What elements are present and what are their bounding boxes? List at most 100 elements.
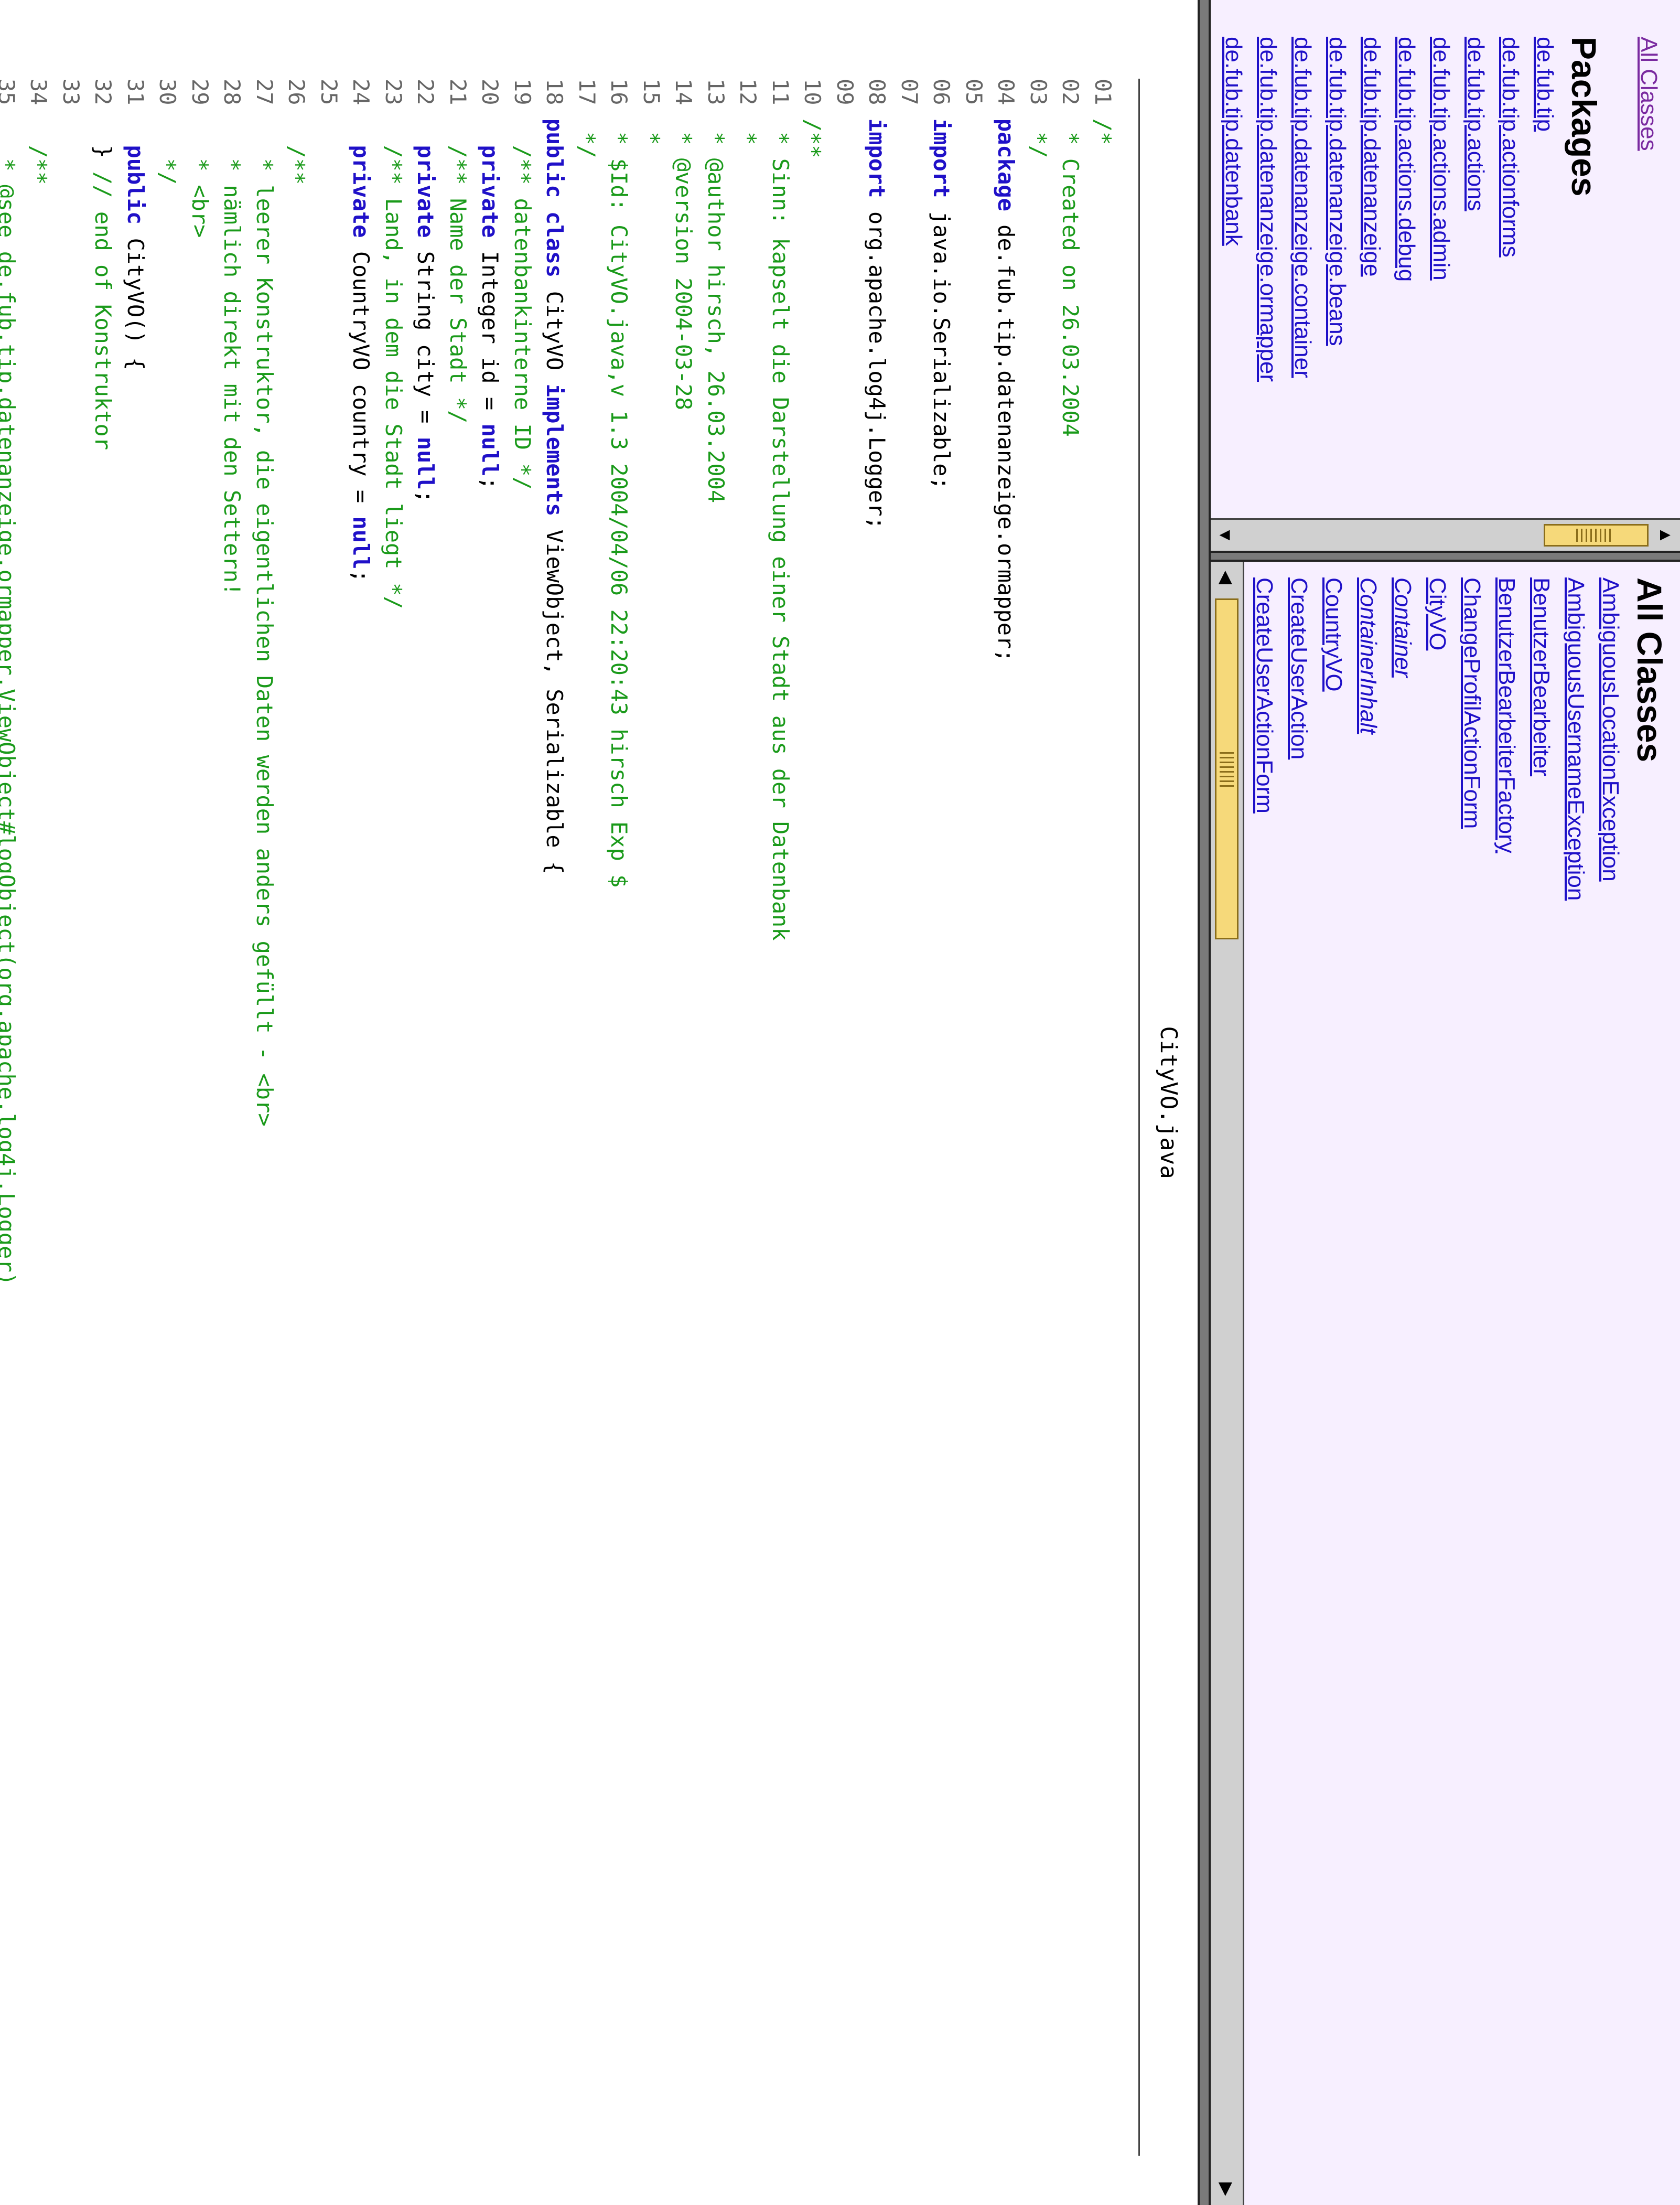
line-number: 11 (768, 79, 793, 119)
class-link[interactable]: AmbiguousUsernameException (1558, 577, 1593, 952)
code-token: ; (413, 489, 439, 504)
class-link[interactable]: AmbiguousLocationException (1593, 577, 1628, 952)
scroll-up-icon[interactable]: ▲ (1651, 520, 1680, 551)
code-line: 33 (55, 79, 88, 1286)
code-token: String city = (413, 238, 439, 437)
code-token: * nämlich direkt mit den Settern! (219, 118, 245, 596)
line-number: 26 (284, 79, 310, 119)
scroll-up-icon[interactable]: ◀ (1211, 562, 1243, 593)
packages-frame: All Classes Packages de.fub.tip de.fub.ti… (1211, 0, 1680, 551)
package-link[interactable]: de.fub.tip (1527, 37, 1562, 382)
line-number: 03 (1026, 79, 1051, 119)
package-link[interactable]: de.fub.tip.datenbank (1216, 37, 1251, 382)
package-link[interactable]: de.fub.tip.datenanzeige.container (1285, 37, 1320, 382)
line-number: 04 (993, 79, 1019, 119)
code-line: 07 (893, 79, 926, 1286)
code-line: 12 * (732, 79, 764, 1286)
packages-vertical-scrollbar[interactable]: ▲ ▼ (1211, 518, 1680, 551)
packages-heading: Packages (1565, 37, 1603, 197)
code-token: * @see de.fub.tip.datenanzeige.ormapper.… (0, 158, 19, 1286)
code-token: ; (477, 476, 503, 490)
class-link[interactable]: CityVO (1420, 577, 1455, 952)
code-line: 20 private Integer id = null; (474, 79, 507, 1286)
code-line: 16 * $Id: CityVO.java,v 1.3 2004/04/06 2… (603, 79, 636, 1286)
code-line: 15 * (636, 79, 668, 1286)
code-token: * <br> (187, 118, 213, 238)
class-link[interactable]: CreateUserAction (1281, 577, 1316, 952)
class-link[interactable]: ContainerInhalt (1351, 577, 1385, 952)
class-link[interactable]: BenutzerBearbeiterFactory (1489, 577, 1524, 952)
code-token: /** (26, 118, 52, 185)
scroll-down-icon[interactable]: ▶ (1211, 2174, 1243, 2205)
code-line: 04 package de.fub.tip.datenanzeige.ormap… (990, 79, 1022, 1286)
code-line: 35 * @see de.fub.tip.datenanzeige.ormapp… (0, 79, 23, 1286)
line-number: 18 (542, 79, 568, 119)
scroll-thumb[interactable] (1544, 524, 1649, 547)
frame-divider-horizontal[interactable] (1198, 0, 1211, 2205)
class-link[interactable]: CreateUserActionForm (1247, 577, 1281, 952)
line-number: 23 (381, 79, 406, 119)
line-number: 19 (510, 79, 535, 119)
code-token: public class (542, 118, 568, 278)
code-line: 21 /** Name der Stadt */ (442, 79, 475, 1286)
code-token: private (477, 118, 503, 238)
scroll-thumb[interactable] (1215, 598, 1239, 939)
line-number: 08 (864, 79, 890, 119)
scroll-down-icon[interactable]: ▼ (1211, 520, 1240, 551)
code-token: * @version 2004-03-28 (671, 118, 697, 411)
code-line: 06 import java.io.Serializable; (925, 79, 958, 1286)
line-number: 01 (1090, 79, 1116, 119)
code-line: 10 /** (796, 79, 829, 1286)
code-token: import (929, 118, 955, 198)
package-link[interactable]: de.fub.tip.datenanzeige.ormapper (1251, 37, 1285, 382)
line-number: 17 (574, 79, 600, 119)
code-line: 03 */ (1022, 79, 1055, 1286)
code-line: 08 import org.apache.log4j.Logger; (861, 79, 893, 1286)
line-number: 14 (671, 79, 697, 119)
code-token: */ (155, 118, 181, 185)
package-link[interactable]: de.fub.tip.actions.debug (1389, 37, 1424, 382)
code-token: // end of Konstruktor (90, 172, 116, 451)
code-line: 19 /** datenbankinterne ID */ (507, 79, 539, 1286)
code-line: 13 * @author hirsch, 26.03.2004 (700, 79, 733, 1286)
line-number: 31 (123, 79, 148, 119)
class-link[interactable]: CountryVO (1316, 577, 1351, 952)
package-link[interactable]: de.fub.tip.actionforms (1493, 37, 1527, 382)
code-line: 28 * nämlich direkt mit den Settern! (216, 79, 249, 1286)
code-token: org.apache.log4j.Logger; (864, 198, 890, 530)
class-link[interactable]: ChangeProfilActionForm (1455, 577, 1489, 952)
line-number: 10 (800, 79, 826, 119)
package-link[interactable]: de.fub.tip.actions.admin (1424, 37, 1458, 382)
code-line: 09 (829, 79, 861, 1286)
classes-frame: All Classes AmbiguousLocationException Am… (1211, 562, 1680, 2205)
code-token: * Created on 26.03.2004 (1058, 118, 1084, 437)
code-token: * Sinn: kapselt die Darstellung einer St… (768, 118, 793, 941)
line-number: 24 (348, 79, 374, 119)
class-link[interactable]: BenutzerBearbeiter (1524, 577, 1558, 952)
code-token: null (477, 423, 503, 477)
class-link[interactable]: Container (1385, 577, 1420, 952)
package-link[interactable]: de.fub.tip.actions (1458, 37, 1493, 382)
package-link[interactable]: de.fub.tip.datenanzeige.beans (1320, 37, 1354, 382)
line-number: 34 (26, 79, 52, 119)
code-line: 25 (313, 79, 346, 1286)
frame-divider-vertical[interactable] (1211, 551, 1680, 562)
code-token: private (413, 118, 439, 238)
package-link[interactable]: de.fub.tip.datenanzeige (1354, 37, 1389, 382)
line-number: 12 (735, 79, 761, 119)
line-number: 07 (897, 79, 922, 119)
code-token: implements (542, 383, 568, 517)
code-token: ; (348, 569, 374, 583)
line-number: 33 (58, 79, 84, 119)
package-list: de.fub.tip de.fub.tip.actionforms de.fub.t… (1216, 37, 1562, 382)
source-code: 01 /* 02 * Created on 26.03.2004 03 */04 p… (0, 79, 1119, 1286)
all-classes-link[interactable]: All Classes (1635, 37, 1662, 151)
code-token: de.fub.tip.datenanzeige.ormapper; (993, 211, 1019, 662)
code-line: 32 } // end of Konstruktor (87, 79, 120, 1286)
classes-vertical-scrollbar[interactable]: ◀ ▶ (1211, 562, 1244, 2205)
code-token: CityVO() { (123, 224, 148, 371)
class-list: AmbiguousLocationException AmbiguousUsern… (1211, 577, 1628, 952)
code-line: 23 /** Land, in dem die Stadt liegt */ (378, 79, 410, 1286)
code-line: 14 * @version 2004-03-28 (667, 79, 700, 1286)
code-token: /** datenbankinterne ID */ (510, 118, 535, 490)
